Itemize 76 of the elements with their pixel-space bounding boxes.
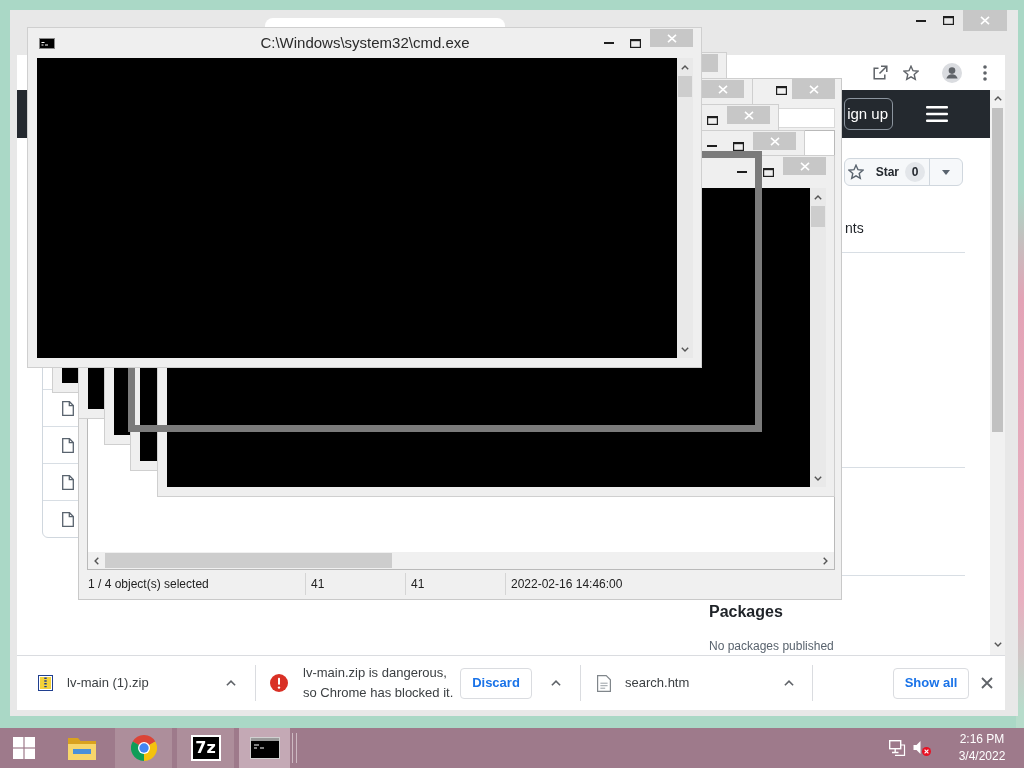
document-icon[interactable] [597,674,611,692]
folder-icon [66,735,97,761]
file-icon [62,437,74,453]
window-title: C:\Windows\system32\cmd.exe [260,34,470,51]
close-icon [980,16,990,25]
scrollbar[interactable] [990,90,1005,655]
console-icon [249,737,280,759]
caret-up-icon[interactable] [226,680,236,686]
close-icon [666,33,677,43]
browser-icon [130,735,157,761]
archive-file-icon[interactable] [38,675,53,691]
maximize-icon[interactable] [630,38,641,48]
network-icon[interactable] [889,740,907,756]
caret-up-icon[interactable] [784,680,794,686]
taskbar-button[interactable]: 7z [177,728,234,768]
star-icon [847,164,864,180]
maximize-icon[interactable] [943,16,954,25]
app-logo: 7z [190,735,221,761]
scrollbar[interactable] [677,58,693,358]
taskbar-button[interactable] [239,728,290,768]
discard-button[interactable]: Discard [460,667,532,699]
scrollbar[interactable] [810,188,826,487]
scrollbar-thumb[interactable] [678,76,692,97]
scroll-left-icon[interactable] [94,556,99,565]
caret-up-icon[interactable] [551,680,561,686]
warning-icon [270,674,288,692]
section-heading: Packages [709,602,783,622]
address-field[interactable] [777,108,835,128]
close-icon[interactable] [981,677,993,689]
clock-time: 2:16 PM [959,731,1005,748]
download-name[interactable]: search.htm [625,675,690,691]
status-text: 2022-02-16 14:46:00 [511,576,623,592]
close-icon [743,110,754,120]
caret-down-icon [942,169,950,175]
close-icon [717,84,728,94]
maximize-icon[interactable] [707,115,718,125]
status-text: 1 / 4 object(s) selected [88,576,209,592]
scrollbar-thumb[interactable] [811,206,825,227]
star-count: 0 [905,162,925,182]
empty-state-text: No packages published [709,638,834,654]
scroll-up-icon[interactable] [993,96,1002,101]
status-text: 41 [311,576,325,592]
status-text: 41 [411,576,425,592]
maximize-icon[interactable] [763,167,774,177]
maximize-icon[interactable] [733,141,744,151]
scrollbar-thumb[interactable] [105,553,392,568]
file-icon [62,400,74,416]
download-name[interactable]: lv-main (1).zip [67,675,149,691]
scroll-down-icon[interactable] [681,347,689,352]
bookmark-star-icon[interactable] [903,64,919,81]
scroll-up-icon[interactable] [681,65,689,70]
star-button[interactable]: Star 0 [844,159,929,185]
share-icon[interactable] [872,64,888,81]
sidebar-text: nts [845,219,864,237]
avatar-icon[interactable] [942,62,962,83]
close-icon [769,136,780,146]
file-icon [62,474,74,490]
show-all-button[interactable]: Show all [893,667,969,699]
scroll-up-icon[interactable] [814,195,822,200]
menu-icon[interactable] [926,106,948,122]
minimize-icon[interactable] [916,19,926,22]
kebab-menu-icon[interactable] [983,64,987,81]
scrollbar-thumb[interactable] [992,108,1003,432]
sign-up-button[interactable]: ign up [844,98,893,130]
scroll-down-icon[interactable] [814,476,822,481]
close-icon [799,161,810,171]
scrollbar[interactable] [88,552,834,569]
scroll-right-icon[interactable] [823,556,828,565]
warning-message: lv-main.zip is dangerous, so Chrome has blocked it. [303,664,454,702]
close-icon [808,84,819,94]
clock-date: 3/4/2022 [958,748,1006,765]
scroll-down-icon[interactable] [993,642,1002,647]
maximize-icon[interactable] [776,85,787,95]
volume-muted-icon[interactable] [913,740,931,756]
console-icon [39,37,55,49]
file-icon [62,511,74,527]
